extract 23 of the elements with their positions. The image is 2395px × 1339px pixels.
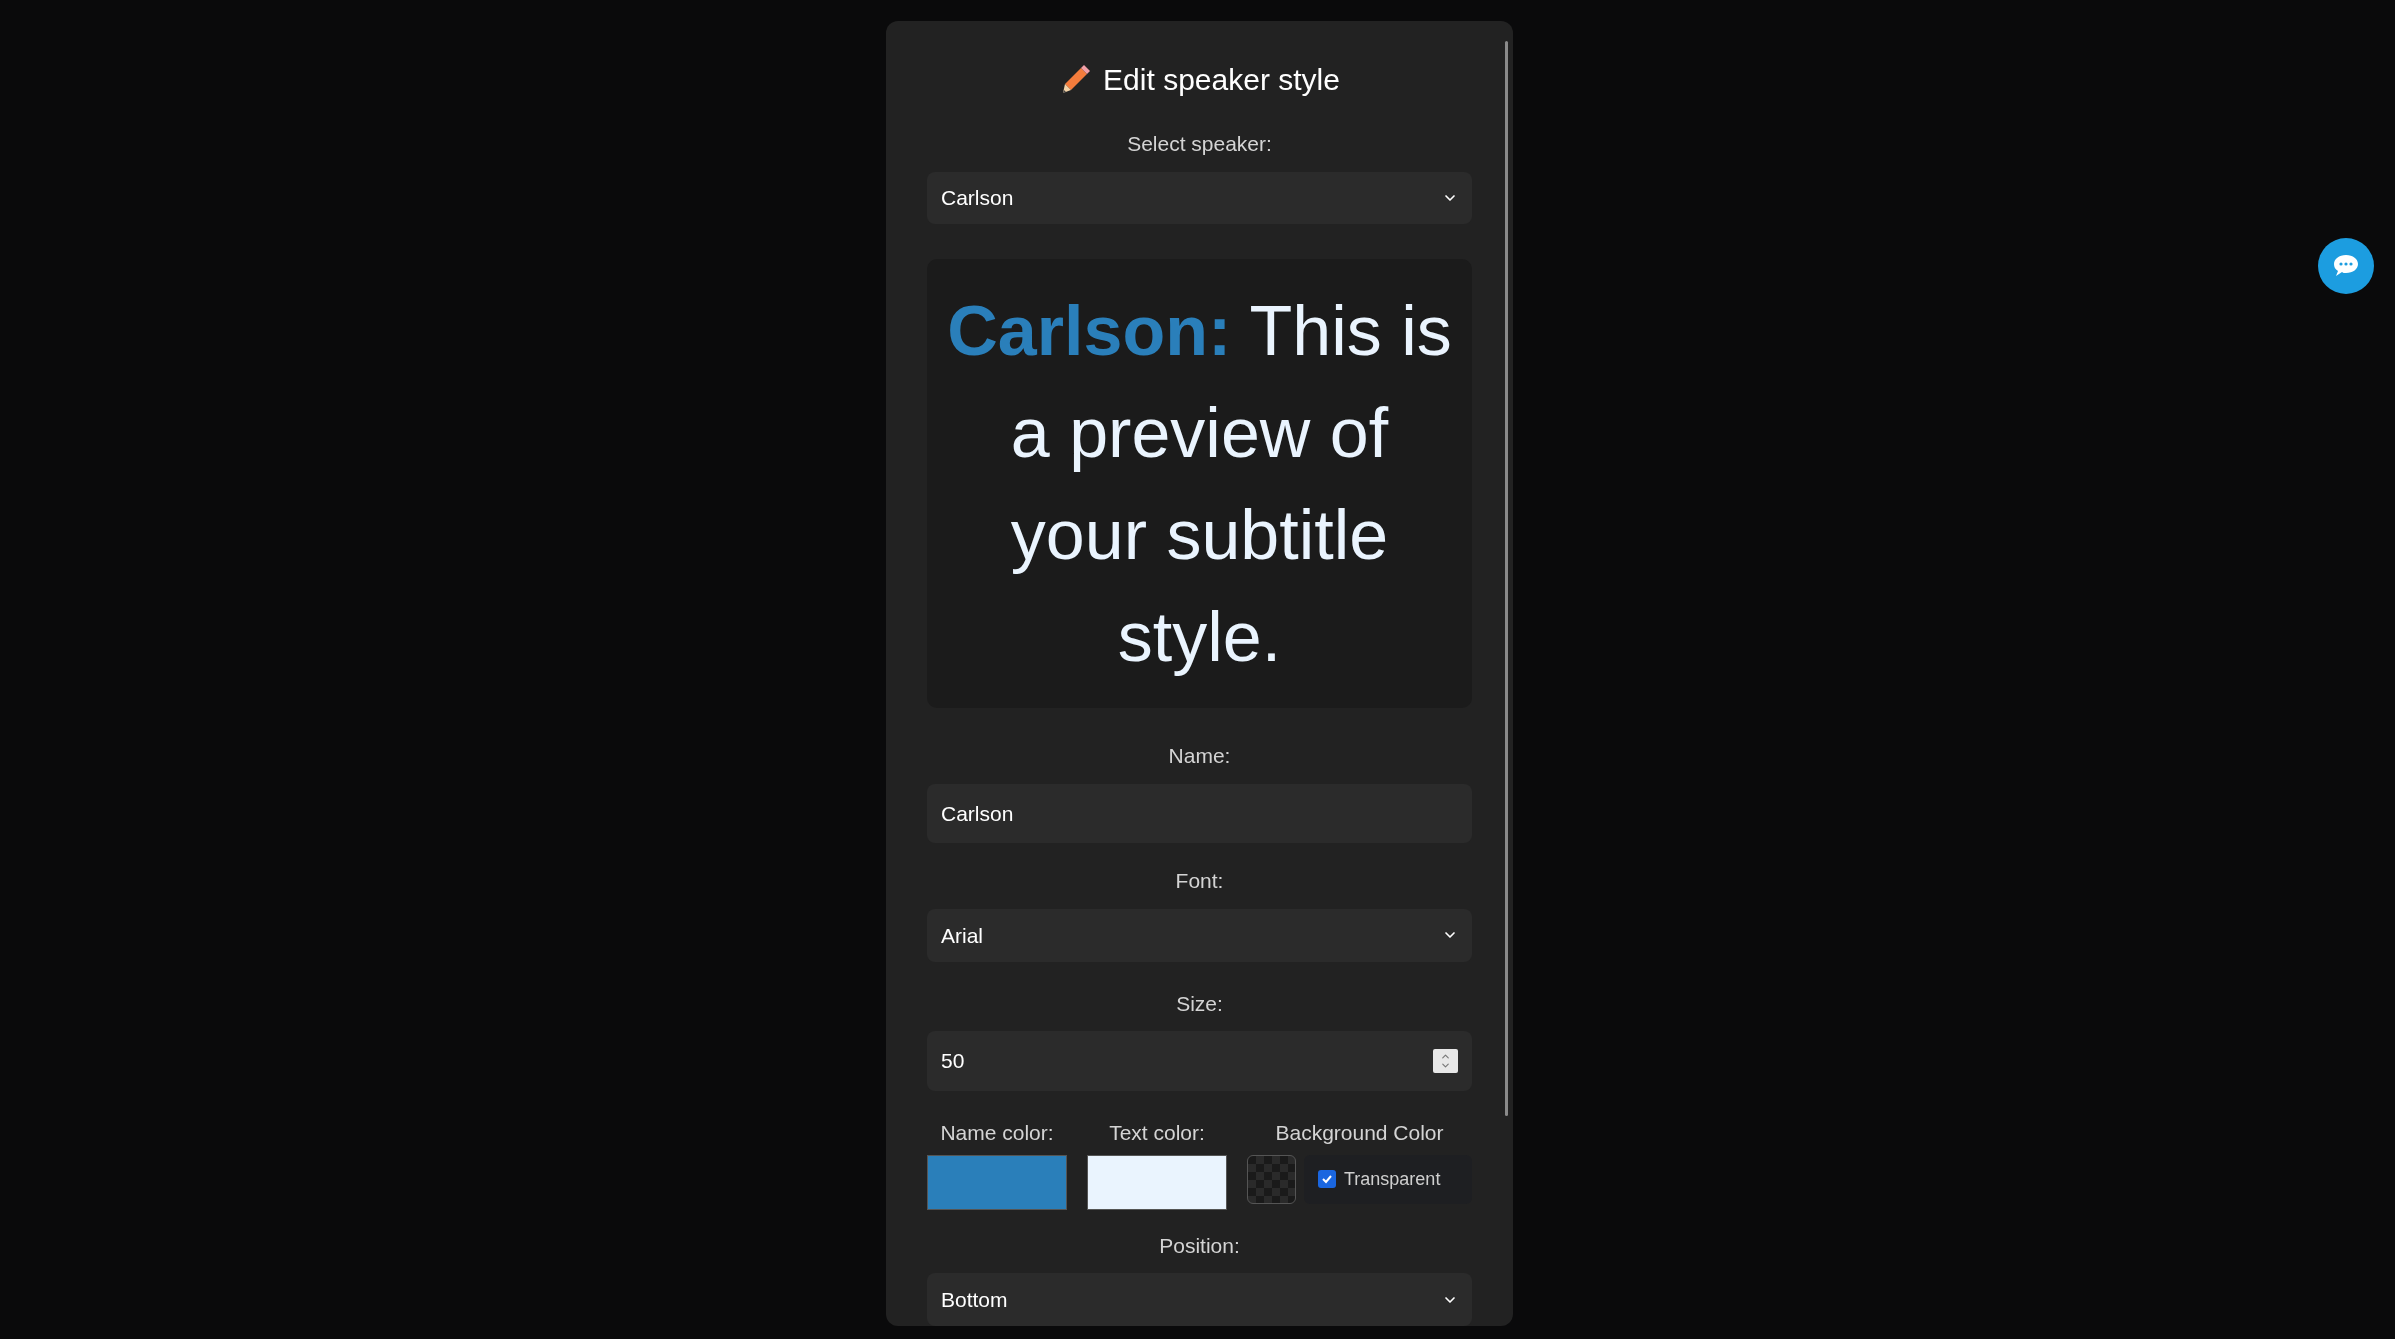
transparent-checkbox[interactable]: Transparent xyxy=(1304,1154,1472,1204)
color-swatch[interactable] xyxy=(1087,1154,1227,1210)
speaker-select[interactable]: Carlson xyxy=(927,171,1472,225)
color-label: Text color: xyxy=(1108,1120,1206,1147)
field-label: Position: xyxy=(1159,1232,1240,1259)
color-label: Name color: xyxy=(939,1120,1055,1147)
field-label: Font: xyxy=(1175,868,1224,895)
font-select[interactable]: Arial xyxy=(927,908,1472,962)
color-swatch[interactable] xyxy=(927,1154,1067,1210)
field-label: Select speaker: xyxy=(1127,131,1272,157)
chat-button[interactable] xyxy=(2318,238,2374,294)
spinner-icon[interactable] xyxy=(1433,1049,1458,1074)
size-field[interactable]: 50 xyxy=(927,1031,1472,1092)
name-field[interactable]: Carlson xyxy=(927,783,1472,844)
check-icon xyxy=(1321,1173,1333,1186)
transparent-swatch[interactable] xyxy=(1247,1154,1296,1204)
color-label: Background Color xyxy=(1274,1120,1445,1147)
position-select[interactable]: Bottom xyxy=(927,1273,1472,1326)
chat-icon xyxy=(2332,253,2360,279)
field-label: Size: xyxy=(1176,990,1223,1017)
field-label: Name: xyxy=(1168,743,1231,770)
dialog-title: Edit speaker style xyxy=(1103,62,1340,98)
preview-text: Carlson: This is a preview of your subtitle style. xyxy=(947,290,1452,678)
